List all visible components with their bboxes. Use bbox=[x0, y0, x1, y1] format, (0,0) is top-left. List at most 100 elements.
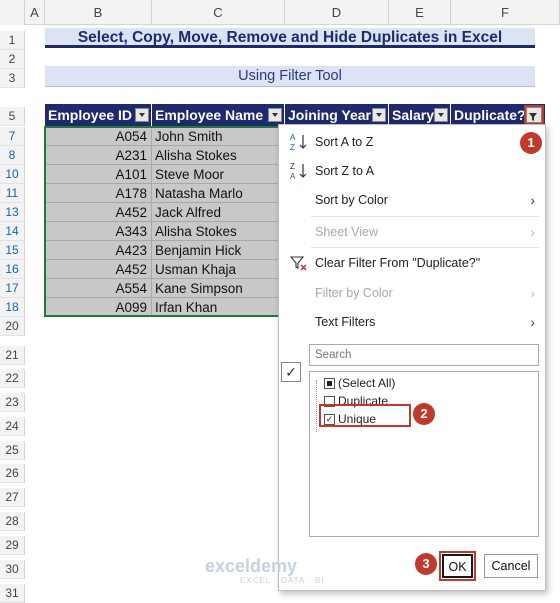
header-label: Duplicate? bbox=[454, 107, 526, 123]
header-duplicate: Duplicate? bbox=[451, 104, 546, 126]
row-header[interactable]: 20 bbox=[0, 317, 25, 336]
select-all-corner[interactable] bbox=[0, 0, 25, 25]
svg-text:Z: Z bbox=[290, 143, 295, 152]
column-header-bar: A B C D E F bbox=[0, 0, 560, 25]
column-e-header[interactable]: E bbox=[389, 0, 451, 25]
sheet-title: Select, Copy, Move, Remove and Hide Dupl… bbox=[45, 28, 535, 48]
row-header[interactable]: 30 bbox=[0, 560, 25, 579]
menu-text-filters[interactable]: Text Filters › bbox=[279, 309, 545, 335]
cell-employee-id[interactable]: A554 bbox=[45, 279, 152, 298]
menu-separator bbox=[311, 216, 539, 217]
filter-search-input[interactable]: Search bbox=[309, 344, 539, 366]
menu-sort-z-to-a[interactable]: ZA Sort Z to A bbox=[279, 158, 545, 184]
menu-label: Text Filters bbox=[315, 315, 376, 329]
menu-filter-by-color: Filter by Color › bbox=[279, 280, 545, 306]
filter-dropdown-button[interactable] bbox=[372, 108, 386, 122]
row-header[interactable]: 11 bbox=[0, 184, 25, 203]
cell-employee-id[interactable]: A452 bbox=[45, 260, 152, 279]
row-header[interactable]: 7 bbox=[0, 127, 25, 146]
filter-dropdown-button[interactable] bbox=[268, 108, 282, 122]
cell-employee-name[interactable]: Natasha Marlo bbox=[152, 184, 285, 203]
watermark-logo: exceldemy bbox=[205, 556, 297, 577]
checkmark-icon[interactable]: ✓ bbox=[281, 362, 301, 382]
row-header[interactable]: 17 bbox=[0, 279, 25, 298]
watermark-tagline: EXCEL · DATA · BI bbox=[240, 576, 325, 585]
row-header[interactable]: 3 bbox=[0, 69, 25, 88]
row-header[interactable]: 1 bbox=[0, 31, 25, 50]
cell-employee-id[interactable]: A054 bbox=[45, 127, 152, 146]
column-f-header[interactable]: F bbox=[451, 0, 560, 25]
row-header[interactable]: 14 bbox=[0, 222, 25, 241]
header-label: Salary bbox=[392, 107, 435, 123]
filter-dropdown-button[interactable] bbox=[434, 108, 448, 122]
row-header[interactable]: 31 bbox=[0, 584, 25, 603]
sort-ascending-icon: AZ bbox=[289, 132, 309, 152]
header-employee-id: Employee ID bbox=[45, 104, 152, 126]
menu-sort-a-to-z[interactable]: AZ Sort A to Z bbox=[279, 129, 545, 155]
cell-employee-name[interactable]: John Smith bbox=[152, 127, 285, 146]
row-header[interactable]: 16 bbox=[0, 260, 25, 279]
column-c-header[interactable]: C bbox=[152, 0, 285, 25]
filter-dropdown-button[interactable] bbox=[135, 108, 149, 122]
checkbox-partial-icon[interactable] bbox=[324, 378, 335, 389]
column-a-header[interactable]: A bbox=[25, 0, 45, 25]
chevron-right-icon: › bbox=[530, 224, 535, 240]
cell-employee-id[interactable]: A178 bbox=[45, 184, 152, 203]
row-header[interactable]: 15 bbox=[0, 241, 25, 260]
row-header[interactable]: 18 bbox=[0, 298, 25, 317]
menu-label: Clear Filter From "Duplicate?" bbox=[315, 256, 481, 270]
clear-filter-icon bbox=[289, 253, 309, 273]
column-b-header[interactable]: B bbox=[45, 0, 152, 25]
step-badge: 3 bbox=[415, 553, 437, 575]
row-header[interactable]: 25 bbox=[0, 441, 25, 460]
menu-label: Sort by Color bbox=[315, 193, 388, 207]
step-badge: 1 bbox=[520, 132, 542, 154]
cell-employee-name[interactable]: Jack Alfred bbox=[152, 203, 285, 222]
menu-label: Sort A to Z bbox=[315, 135, 374, 149]
cell-employee-id[interactable]: A452 bbox=[45, 203, 152, 222]
menu-sort-by-color[interactable]: Sort by Color › bbox=[279, 187, 545, 213]
row-header[interactable]: 5 bbox=[0, 107, 25, 126]
highlight-box bbox=[319, 404, 411, 427]
chevron-right-icon: › bbox=[530, 192, 535, 208]
column-d-header[interactable]: D bbox=[285, 0, 389, 25]
cell-employee-name[interactable]: Alisha Stokes bbox=[152, 146, 285, 165]
tree-connector bbox=[316, 380, 317, 432]
active-filter-button[interactable] bbox=[524, 105, 544, 125]
sort-descending-icon: ZA bbox=[289, 161, 309, 181]
list-item-label: (Select All) bbox=[338, 376, 396, 390]
cell-employee-id[interactable]: A101 bbox=[45, 165, 152, 184]
cell-employee-name[interactable]: Kane Simpson bbox=[152, 279, 285, 298]
header-label: Employee ID bbox=[48, 107, 133, 123]
cell-employee-id[interactable]: A231 bbox=[45, 146, 152, 165]
row-header[interactable]: 27 bbox=[0, 488, 25, 507]
cell-employee-name[interactable]: Irfan Khan bbox=[152, 298, 285, 317]
header-label: Joining Year bbox=[288, 107, 371, 123]
row-header[interactable]: 24 bbox=[0, 417, 25, 436]
cell-employee-id[interactable]: A099 bbox=[45, 298, 152, 317]
row-header[interactable]: 28 bbox=[0, 512, 25, 531]
cell-employee-name[interactable]: Steve Moor bbox=[152, 165, 285, 184]
header-label: Employee Name bbox=[155, 107, 264, 123]
row-header[interactable]: 8 bbox=[0, 146, 25, 165]
cell-employee-id[interactable]: A423 bbox=[45, 241, 152, 260]
cell-employee-name[interactable]: Alisha Stokes bbox=[152, 222, 285, 241]
menu-clear-filter[interactable]: Clear Filter From "Duplicate?" bbox=[279, 250, 545, 276]
row-header[interactable]: 22 bbox=[0, 369, 25, 388]
row-header[interactable]: 13 bbox=[0, 203, 25, 222]
list-item-select-all[interactable]: (Select All) bbox=[322, 375, 395, 392]
cancel-button[interactable]: Cancel bbox=[484, 554, 538, 578]
filter-funnel-icon bbox=[529, 113, 537, 121]
row-header[interactable]: 23 bbox=[0, 393, 25, 412]
cell-employee-name[interactable]: Usman Khaja bbox=[152, 260, 285, 279]
header-joining-year: Joining Year bbox=[285, 104, 389, 126]
row-header[interactable]: 21 bbox=[0, 346, 25, 365]
row-header[interactable]: 2 bbox=[0, 50, 25, 69]
row-header[interactable]: 10 bbox=[0, 165, 25, 184]
row-header[interactable]: 29 bbox=[0, 536, 25, 555]
cell-employee-id[interactable]: A343 bbox=[45, 222, 152, 241]
cell-employee-name[interactable]: Benjamin Hick bbox=[152, 241, 285, 260]
row-header[interactable]: 26 bbox=[0, 464, 25, 483]
svg-text:Z: Z bbox=[290, 162, 295, 171]
watermark-brand: exceldemy bbox=[205, 556, 298, 576]
